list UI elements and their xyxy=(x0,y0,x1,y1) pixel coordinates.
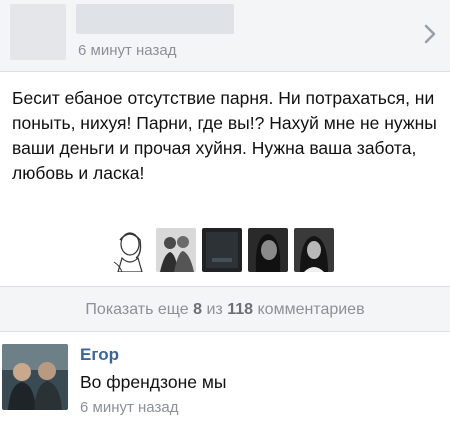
chevron-right-icon[interactable] xyxy=(422,23,438,45)
post-header[interactable]: 6 минут назад xyxy=(0,0,450,72)
show-more-total-count: 118 xyxy=(227,301,254,318)
gift-dark-photo[interactable] xyxy=(202,228,242,272)
post-time: 6 минут назад xyxy=(78,42,177,59)
gift-girl-portrait[interactable] xyxy=(248,228,288,272)
post-text: Бесит ебаное отсутствие парня. Ни потрах… xyxy=(12,88,437,183)
comment-text: Во френдзоне мы xyxy=(80,372,227,392)
gifts-row xyxy=(110,228,334,272)
gift-couple[interactable] xyxy=(156,228,196,272)
show-more-shown-count: 8 xyxy=(193,301,203,318)
show-more-comments-button[interactable]: Показать еще 8 из 118 комментариев xyxy=(0,286,450,332)
comment-author[interactable]: Егор xyxy=(80,345,119,365)
author-name-blurred[interactable] xyxy=(76,4,234,34)
show-more-suffix: комментариев xyxy=(257,301,365,318)
author-avatar-blurred[interactable] xyxy=(10,4,66,60)
comment-avatar[interactable] xyxy=(2,344,68,410)
show-more-prefix: Показать еще xyxy=(85,301,189,318)
show-more-of: из xyxy=(206,301,223,318)
comment-time: 6 минут назад xyxy=(80,399,179,416)
gift-sketch-girl[interactable] xyxy=(110,228,150,272)
gift-girl-dark[interactable] xyxy=(294,228,334,272)
